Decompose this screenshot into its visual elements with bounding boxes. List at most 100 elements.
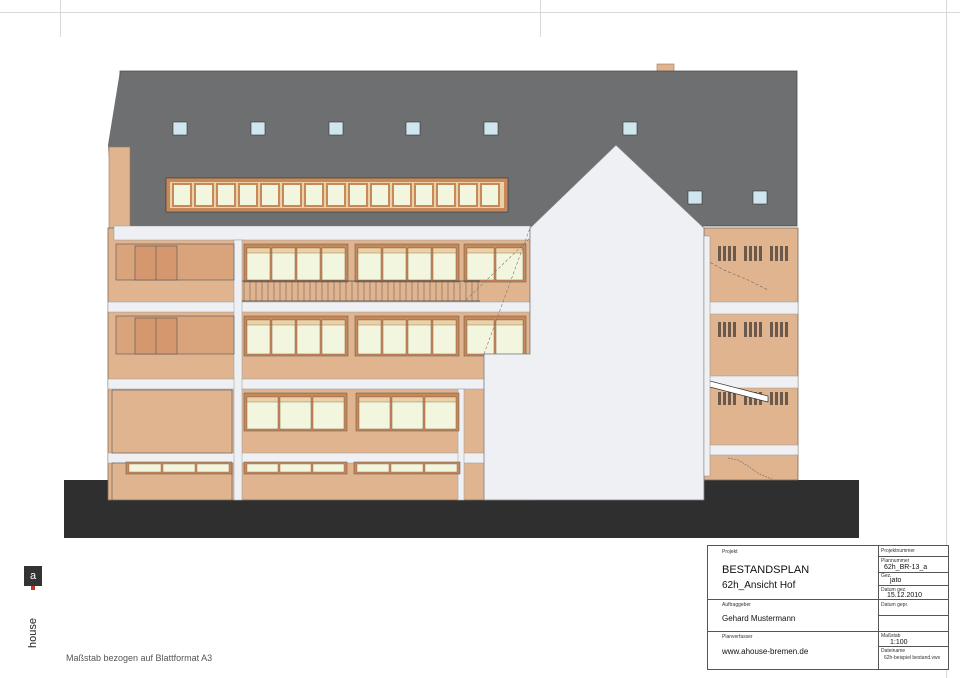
window-transom [357, 247, 382, 254]
ribbon-pane [246, 463, 279, 473]
ribbon-pane [128, 463, 162, 473]
dormer-window [480, 183, 500, 207]
window-transom [357, 319, 382, 326]
window-transom [271, 319, 296, 326]
logo-wordmark: house [27, 618, 39, 648]
ribbon-pane [196, 463, 230, 473]
planverfasser-label: Planverfasser [722, 634, 753, 640]
shutter-slat [744, 246, 747, 261]
shutter-slat [718, 322, 721, 337]
dormer-window [194, 183, 214, 207]
gez-value: jato [890, 577, 902, 584]
dormer-window [172, 183, 192, 207]
shutter-slat [785, 246, 788, 261]
plan-subtitle: 62h_Ansicht Hof [722, 580, 796, 591]
ribbon-pane [279, 463, 312, 473]
dormer-window [414, 183, 434, 207]
drawing-sheet: a house Maßstab bezogen auf Blattformat … [0, 0, 960, 678]
window-transom [246, 396, 279, 403]
window-transom [432, 247, 457, 254]
massstab-value: 1:100 [890, 639, 908, 646]
plan-title: BESTANDSPLAN [722, 564, 810, 576]
left-chimney [108, 146, 131, 230]
shutter-slat [749, 246, 752, 261]
shutter-slat [728, 322, 731, 337]
planverfasser-value: www.ahouse-bremen.de [722, 647, 809, 656]
shutter-slat [785, 392, 788, 405]
shutter-slat [785, 322, 788, 337]
datum-gez-value: 15.12.2010 [887, 592, 923, 599]
window-transom [312, 396, 345, 403]
window-transom [296, 319, 321, 326]
ribbon-pane [356, 463, 390, 473]
shutter-slat [754, 246, 757, 261]
projekt-label: Projekt [722, 549, 738, 555]
window-transom [466, 247, 495, 254]
skylight [483, 121, 499, 136]
dormer-window [238, 183, 258, 207]
window-transom [424, 396, 457, 403]
ribbon-pane [424, 463, 458, 473]
plannummer-value: 62h_BR-13_a [884, 564, 928, 571]
shutter-slat [744, 322, 747, 337]
dormer-window [370, 183, 390, 207]
floor-slab [107, 378, 531, 390]
facade-right [703, 227, 799, 481]
shutter-slat [749, 322, 752, 337]
window-transom [407, 319, 432, 326]
window-transom [495, 247, 524, 254]
skylight [250, 121, 266, 136]
window-transom [382, 247, 407, 254]
skylight [622, 121, 638, 136]
drainpipe [703, 235, 711, 477]
window-transom [391, 396, 424, 403]
floor-slab-right [703, 301, 799, 315]
scale-note: Maßstab bezogen auf Blattformat A3 [66, 653, 213, 663]
auftraggeber-value: Gehard Mustermann [722, 614, 796, 623]
window-transom [432, 319, 457, 326]
dormer-window [326, 183, 346, 207]
dormer-window [436, 183, 456, 207]
ahouse-logo: a house [24, 566, 42, 648]
shutter-slat [723, 322, 726, 337]
ribbon-pane [312, 463, 345, 473]
dormer-window [458, 183, 478, 207]
svg-text:a: a [30, 570, 37, 582]
datum-gepr-label: Datum gepr. [881, 602, 909, 608]
shutter-slat [775, 322, 778, 337]
shutter-slat [780, 322, 783, 337]
dateiname-label: Dateiname [881, 648, 906, 654]
shutter-slat [770, 246, 773, 261]
shutter-slat [759, 322, 762, 337]
pier [233, 239, 243, 501]
skylight [687, 190, 703, 205]
dormer-window [348, 183, 368, 207]
dateiname-value: 62h-beispiel bestand.vwx [884, 655, 941, 661]
dormer-window [282, 183, 302, 207]
window-transom [296, 247, 321, 254]
shutter-slat [754, 322, 757, 337]
floor-slab [107, 301, 531, 313]
parapet [113, 225, 531, 241]
ribbon-pane [162, 463, 196, 473]
window-transom [358, 396, 391, 403]
shutter-slat [718, 392, 721, 405]
shutter-slat [759, 246, 762, 261]
shutter-slat [728, 392, 731, 405]
shutter-slat [733, 322, 736, 337]
ribbon-windows [125, 461, 461, 475]
shutter-slat [775, 246, 778, 261]
auftraggeber-label: Auftraggeber [722, 602, 751, 608]
skylight [172, 121, 188, 136]
ribbon-pane [390, 463, 424, 473]
dormer-window [260, 183, 280, 207]
window-transom [271, 247, 296, 254]
dormer-window [304, 183, 324, 207]
shutter-slat [723, 246, 726, 261]
shutter-slat [718, 246, 721, 261]
floor-slab-right [703, 444, 799, 456]
window-transom [382, 319, 407, 326]
window-transom [246, 247, 271, 254]
skylight [328, 121, 344, 136]
window-transom [495, 319, 524, 326]
